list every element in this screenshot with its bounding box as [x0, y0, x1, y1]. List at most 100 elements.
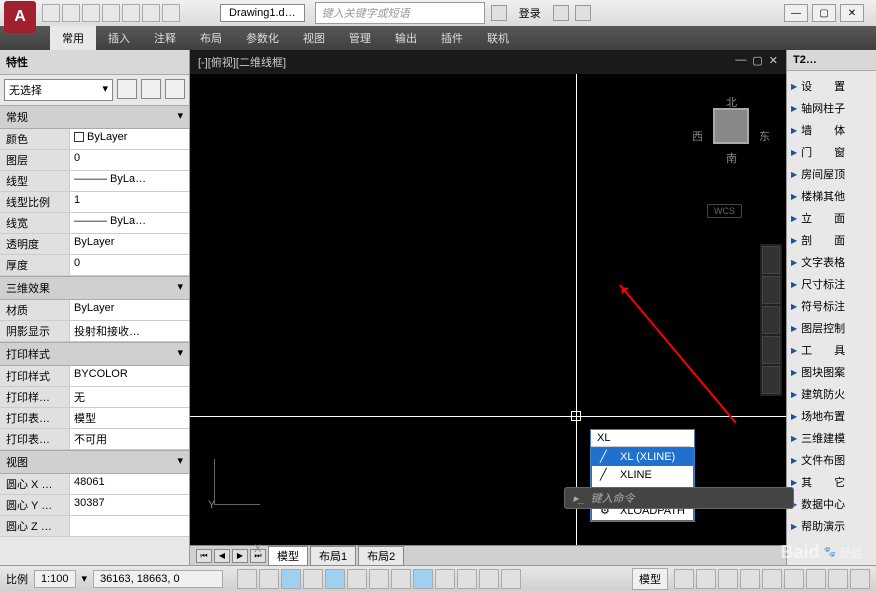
- prop-section[interactable]: 视图▾: [0, 450, 189, 474]
- viewcube-south[interactable]: 南: [726, 150, 737, 166]
- scale-value[interactable]: 1:100: [34, 570, 76, 588]
- prop-value[interactable]: 0: [70, 150, 189, 170]
- prop-value[interactable]: 不可用: [70, 429, 189, 449]
- pickadd-button[interactable]: [141, 79, 161, 99]
- prop-value[interactable]: ——— ByLa…: [70, 171, 189, 191]
- ducs-toggle[interactable]: [391, 569, 411, 589]
- qat-button[interactable]: [122, 4, 140, 22]
- tool-item[interactable]: ▶工 具: [789, 339, 874, 361]
- ribbon-tab-annotate[interactable]: 注释: [142, 26, 188, 50]
- tool-item[interactable]: ▶墙 体: [789, 119, 874, 141]
- tool-item[interactable]: ▶门 窗: [789, 141, 874, 163]
- grid-toggle[interactable]: [259, 569, 279, 589]
- layout-nav-prev[interactable]: ◀: [214, 549, 230, 563]
- tool-item[interactable]: ▶数据中心: [789, 493, 874, 515]
- prop-value[interactable]: 48061: [70, 474, 189, 494]
- selection-combo[interactable]: 无选择▾: [4, 79, 113, 101]
- minimize-button[interactable]: —: [784, 4, 808, 22]
- sc-toggle[interactable]: [501, 569, 521, 589]
- tool-item[interactable]: ▶设 置: [789, 75, 874, 97]
- ribbon-tab-layout[interactable]: 布局: [188, 26, 234, 50]
- qat-button[interactable]: [142, 4, 160, 22]
- layout-nav-next[interactable]: ▶: [232, 549, 248, 563]
- ribbon-tab-insert[interactable]: 插入: [96, 26, 142, 50]
- close-button[interactable]: ✕: [840, 4, 864, 22]
- tool-item[interactable]: ▶图层控制: [789, 317, 874, 339]
- viewcube-top[interactable]: 上: [713, 108, 749, 144]
- qat-button[interactable]: [42, 4, 60, 22]
- tool-item[interactable]: ▶房间屋顶: [789, 163, 874, 185]
- prop-value[interactable]: BYCOLOR: [70, 366, 189, 386]
- autocomplete-item[interactable]: ╱XLINE: [592, 466, 693, 484]
- viewcube-west[interactable]: 西: [692, 128, 703, 144]
- ortho-toggle[interactable]: [281, 569, 301, 589]
- prop-value[interactable]: 投射和接收…: [70, 321, 189, 341]
- tool-item[interactable]: ▶尺寸标注: [789, 273, 874, 295]
- tool-item[interactable]: ▶图块图案: [789, 361, 874, 383]
- prop-value[interactable]: 0: [70, 255, 189, 275]
- prop-section[interactable]: 三维效果▾: [0, 276, 189, 300]
- ribbon-tab-parametric[interactable]: 参数化: [234, 26, 291, 50]
- lwt-toggle[interactable]: [435, 569, 455, 589]
- otrack-toggle[interactable]: [369, 569, 389, 589]
- ribbon-tab-home[interactable]: 常用: [50, 26, 96, 50]
- coords-display[interactable]: 36163, 18663, 0: [93, 570, 223, 588]
- ribbon-tab-output[interactable]: 输出: [383, 26, 429, 50]
- prop-value[interactable]: ByLayer: [70, 234, 189, 254]
- quickselect-button[interactable]: [117, 79, 137, 99]
- prop-value[interactable]: 模型: [70, 408, 189, 428]
- tool-item[interactable]: ▶符号标注: [789, 295, 874, 317]
- qp-toggle[interactable]: [479, 569, 499, 589]
- layout-tab-model[interactable]: 模型: [268, 546, 308, 566]
- layout-tab-2[interactable]: 布局2: [358, 546, 404, 566]
- search-icon[interactable]: [491, 5, 507, 21]
- workspace-icon[interactable]: [762, 569, 782, 589]
- orbit-icon[interactable]: [762, 336, 780, 364]
- layout-tab-1[interactable]: 布局1: [310, 546, 356, 566]
- model-space-toggle[interactable]: 模型: [632, 568, 668, 590]
- ribbon-tab-online[interactable]: 联机: [475, 26, 521, 50]
- tool-item[interactable]: ▶场地布置: [789, 405, 874, 427]
- qat-button[interactable]: [102, 4, 120, 22]
- showmotion-icon[interactable]: [762, 366, 780, 394]
- wcs-label[interactable]: WCS: [707, 204, 742, 218]
- tool-item[interactable]: ▶文件布图: [789, 449, 874, 471]
- app-logo[interactable]: A: [4, 1, 36, 33]
- autocomplete-item[interactable]: ╱XL (XLINE): [592, 448, 693, 466]
- tool-item[interactable]: ▶剖 面: [789, 229, 874, 251]
- hardware-icon[interactable]: [806, 569, 826, 589]
- viewport-title[interactable]: [-][俯视][二维线框]: [198, 54, 286, 70]
- dyn-toggle[interactable]: [413, 569, 433, 589]
- prop-value[interactable]: 1: [70, 192, 189, 212]
- qat-button[interactable]: [62, 4, 80, 22]
- select-button[interactable]: [165, 79, 185, 99]
- annovis-icon[interactable]: [740, 569, 760, 589]
- prop-value[interactable]: ByLayer: [70, 129, 189, 149]
- document-tab[interactable]: Drawing1.d…: [220, 4, 305, 22]
- prop-section[interactable]: 打印样式▾: [0, 342, 189, 366]
- osnap-toggle[interactable]: [325, 569, 345, 589]
- ribbon-tab-manage[interactable]: 管理: [337, 26, 383, 50]
- pan-icon[interactable]: [762, 276, 780, 304]
- quickview-layouts-icon[interactable]: [674, 569, 694, 589]
- prop-value[interactable]: 无: [70, 387, 189, 407]
- qat-button[interactable]: [162, 4, 180, 22]
- polar-toggle[interactable]: [303, 569, 323, 589]
- viewport-close-button[interactable]: ✕: [769, 54, 778, 70]
- prop-value[interactable]: 30387: [70, 495, 189, 515]
- exchange-icon[interactable]: [553, 5, 569, 21]
- prop-value[interactable]: [70, 516, 189, 536]
- tpy-toggle[interactable]: [457, 569, 477, 589]
- 3dosnap-toggle[interactable]: [347, 569, 367, 589]
- cleanscreen-icon[interactable]: [850, 569, 870, 589]
- tool-item[interactable]: ▶立 面: [789, 207, 874, 229]
- ribbon-tab-plugins[interactable]: 插件: [429, 26, 475, 50]
- command-line[interactable]: ▸_ 键入命令: [564, 487, 794, 509]
- canvas[interactable]: 北 西 东 上 南 WCS YX XL ╱XL (XLINE)╱XLINE⚙XL…: [190, 74, 786, 545]
- prop-section[interactable]: 常规▾: [0, 105, 189, 129]
- quickview-drawings-icon[interactable]: [696, 569, 716, 589]
- tool-item[interactable]: ▶帮助演示: [789, 515, 874, 537]
- isolate-icon[interactable]: [828, 569, 848, 589]
- tool-item[interactable]: ▶文字表格: [789, 251, 874, 273]
- viewcube-east[interactable]: 东: [759, 128, 770, 144]
